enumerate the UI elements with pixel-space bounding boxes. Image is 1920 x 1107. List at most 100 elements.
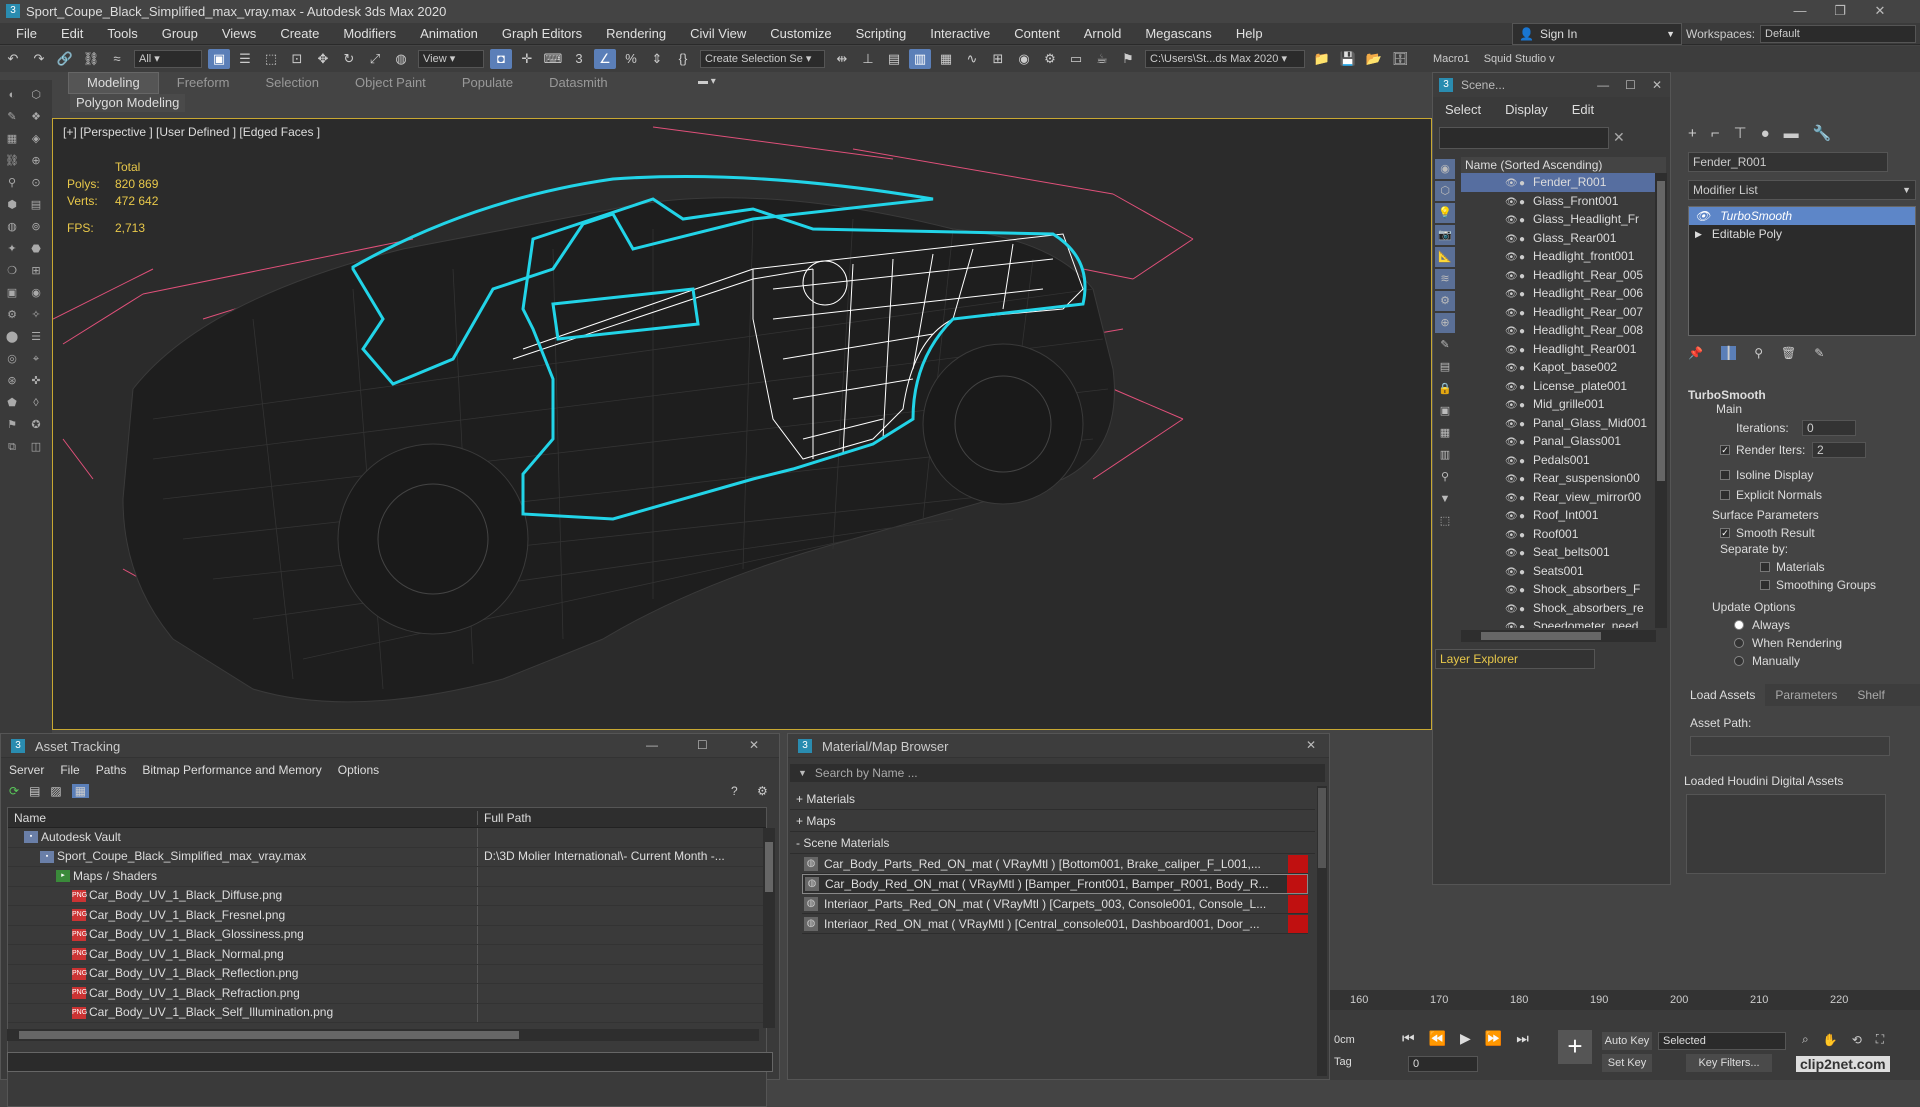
isoline-checkbox[interactable]: [1720, 470, 1730, 480]
remove-modifier-icon[interactable]: 🗑: [1781, 346, 1796, 360]
go-to-end-icon[interactable]: ⏭: [1516, 1030, 1529, 1047]
next-frame-icon[interactable]: ⏩: [1485, 1030, 1502, 1047]
eye-icon[interactable]: 👁: [1505, 231, 1519, 248]
left-tool-21-icon[interactable]: ⚙: [2, 306, 22, 324]
left-tool-16-icon[interactable]: ⬣: [26, 240, 46, 258]
ribbon-tab-populate[interactable]: Populate: [444, 73, 531, 93]
material-scroll-thumb[interactable]: [1318, 788, 1326, 868]
go-to-start-icon[interactable]: ⏮: [1402, 1030, 1415, 1047]
project-folder-icon[interactable]: 📁: [1311, 49, 1333, 69]
materials-row[interactable]: Materials: [1760, 560, 1908, 574]
asset-scroll-thumb[interactable]: [765, 842, 773, 892]
help-icon[interactable]: ?: [731, 784, 738, 798]
close-icon[interactable]: ✕: [1652, 78, 1662, 92]
left-tool-15-icon[interactable]: ✦: [2, 240, 22, 258]
left-tool-24-icon[interactable]: ☰: [26, 328, 46, 346]
ribbon-tab-freeform[interactable]: Freeform: [159, 73, 248, 93]
minimize-icon[interactable]: —: [646, 738, 658, 752]
scene-object-row[interactable]: 👁● Headlight_Rear_005: [1461, 266, 1661, 285]
render-production-icon[interactable]: ☕: [1091, 49, 1113, 69]
left-tool-27-icon[interactable]: ⊛: [2, 372, 22, 390]
minimize-icon[interactable]: —: [1597, 78, 1609, 92]
menu-item-help[interactable]: Help: [1224, 23, 1275, 45]
scene-object-row[interactable]: 👁● Seat_belts001: [1461, 543, 1661, 562]
spinner-snap-icon[interactable]: ⇕: [646, 49, 668, 69]
left-tool-1-icon[interactable]: ◐: [2, 86, 22, 104]
scene-object-row[interactable]: 👁● Panal_Glass001: [1461, 432, 1661, 451]
scene-menu-select[interactable]: Select: [1433, 97, 1493, 123]
clear-search-icon[interactable]: ✕: [1613, 129, 1625, 146]
scene-object-row[interactable]: 👁● License_plate001: [1461, 377, 1661, 396]
scene-search-input[interactable]: [1439, 127, 1609, 149]
curve-editor-icon[interactable]: ∿: [961, 49, 983, 69]
stack-item-editable-poly[interactable]: ▶ Editable Poly: [1689, 225, 1915, 243]
scene-object-row[interactable]: 👁● Fender_R001: [1461, 173, 1661, 192]
viewport-perspective[interactable]: [+] [Perspective ] [User Defined ] [Edge…: [52, 118, 1432, 730]
ribbon-tab-modeling[interactable]: Modeling: [68, 72, 159, 94]
asset-menu-file[interactable]: File: [52, 760, 87, 780]
scene-column-header[interactable]: Name (Sorted Ascending): [1461, 157, 1666, 173]
scene-object-row[interactable]: 👁● Headlight_Rear_007: [1461, 303, 1661, 322]
explicit-normals-row[interactable]: Explicit Normals: [1720, 488, 1908, 502]
material-section-3[interactable]: - Scene Materials: [790, 832, 1315, 854]
material-search-input[interactable]: Search by Name ...: [815, 766, 918, 780]
scene-menu-display[interactable]: Display: [1493, 97, 1560, 123]
left-tool-30-icon[interactable]: ◊: [26, 394, 46, 412]
material-section-2[interactable]: + Maps: [790, 810, 1315, 832]
select-object-icon[interactable]: ▣: [208, 49, 230, 69]
column-full-path[interactable]: Full Path: [478, 811, 531, 825]
show-end-result-icon[interactable]: ┃: [1720, 346, 1737, 360]
window-crossing-icon[interactable]: ⊡: [286, 49, 308, 69]
select-by-name-icon[interactable]: ☰: [234, 49, 256, 69]
asset-menu-options[interactable]: Options: [330, 760, 387, 780]
eye-icon[interactable]: 👁: [1505, 194, 1519, 211]
make-unique-icon[interactable]: ⚲: [1754, 346, 1763, 360]
keyboard-shortcut-icon[interactable]: ⌨: [542, 49, 564, 69]
macro-button[interactable]: Macro1: [1433, 53, 1470, 65]
menu-item-views[interactable]: Views: [210, 23, 268, 45]
scene-object-row[interactable]: 👁● Panal_Glass_Mid001: [1461, 414, 1661, 433]
menu-item-graph-editors[interactable]: Graph Editors: [490, 23, 594, 45]
left-tool-7-icon[interactable]: ⛓: [2, 152, 22, 170]
rendered-frame-icon[interactable]: ▭: [1065, 49, 1087, 69]
scene-object-row[interactable]: 👁● Glass_Front001: [1461, 192, 1661, 211]
eye-icon[interactable]: 👁: [1505, 453, 1519, 470]
left-tool-17-icon[interactable]: ❍: [2, 262, 22, 280]
configure-sets-icon[interactable]: ✎: [1814, 346, 1824, 360]
pin-stack-icon[interactable]: 📌: [1688, 346, 1703, 360]
left-tool-2-icon[interactable]: ⬡: [26, 86, 46, 104]
scene-object-row[interactable]: 👁● Glass_Rear001: [1461, 229, 1661, 248]
eye-icon[interactable]: 👁: [1505, 286, 1519, 303]
explicit-normals-checkbox[interactable]: [1720, 490, 1730, 500]
menu-item-create[interactable]: Create: [268, 23, 331, 45]
asset-status-field[interactable]: [7, 1052, 773, 1072]
undo-icon[interactable]: ↶: [2, 49, 24, 69]
project-path-dropdown[interactable]: C:\Users\St...ds Max 2020 ▾: [1145, 50, 1305, 68]
left-tool-12-icon[interactable]: ▤: [26, 196, 46, 214]
render-iters-checkbox[interactable]: ✓: [1720, 445, 1730, 455]
render-iterative-icon[interactable]: ⚑: [1117, 49, 1139, 69]
scene-object-row[interactable]: 👁● Headlight_front001: [1461, 247, 1661, 266]
turbosmooth-rollout-title[interactable]: TurboSmooth: [1688, 388, 1908, 402]
iterations-spinner[interactable]: 0: [1802, 420, 1856, 436]
scene-object-row[interactable]: 👁● Roof_Int001: [1461, 506, 1661, 525]
left-tool-23-icon[interactable]: ⬤: [2, 328, 22, 346]
left-tool-28-icon[interactable]: ✜: [26, 372, 46, 390]
update-manually-row[interactable]: Manually: [1734, 654, 1908, 668]
motion-tab-icon[interactable]: ●: [1761, 125, 1770, 142]
eye-icon[interactable]: 👁: [1505, 379, 1519, 396]
left-tool-18-icon[interactable]: ⊞: [26, 262, 46, 280]
snaps-toggle-icon[interactable]: 3: [568, 49, 590, 69]
scene-filter-7-icon[interactable]: ⚙: [1435, 291, 1455, 311]
ribbon-tab-datasmith[interactable]: Datasmith: [531, 73, 626, 93]
eye-icon[interactable]: 👁: [1505, 434, 1519, 451]
asset-menu-paths[interactable]: Paths: [88, 760, 135, 780]
scene-menu-edit[interactable]: Edit: [1560, 97, 1606, 123]
maximize-button[interactable]: ❐: [1832, 3, 1848, 19]
table-view-icon[interactable]: ▦: [71, 784, 90, 798]
object-name-field[interactable]: Fender_R001: [1688, 152, 1888, 172]
maximize-viewport-icon[interactable]: ⛶: [1876, 1032, 1884, 1047]
left-tool-29-icon[interactable]: ⬟: [2, 394, 22, 412]
close-icon[interactable]: ✕: [749, 738, 759, 752]
houdini-tab-load-assets[interactable]: Load Assets: [1680, 684, 1766, 706]
